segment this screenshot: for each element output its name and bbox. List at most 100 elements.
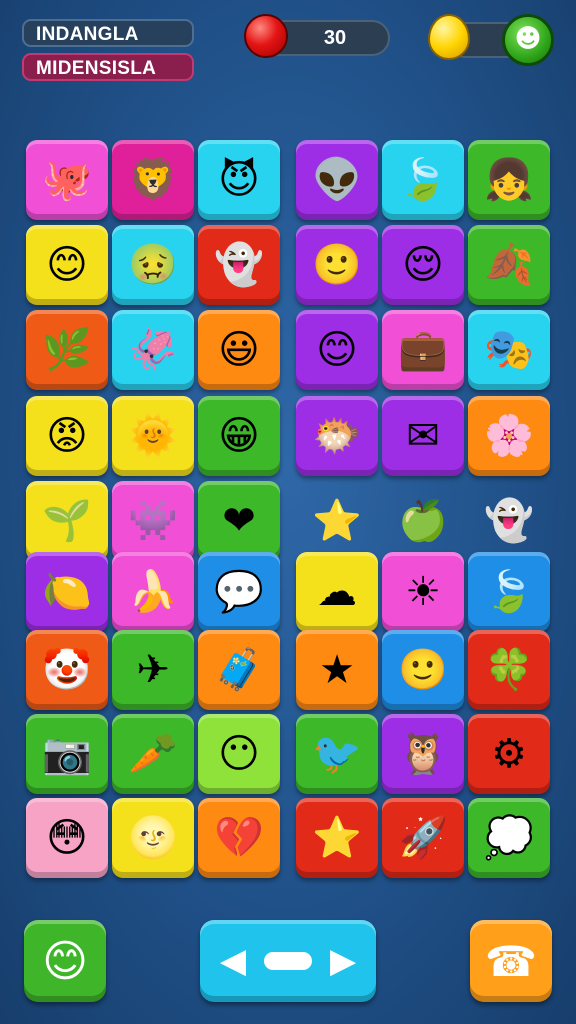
board-tile[interactable]: 🥕 — [112, 714, 194, 794]
spiky-fruit-icon: 🍏 — [398, 498, 448, 544]
board-tile[interactable]: 💬 — [198, 552, 280, 632]
banana-icon: 🍌 — [128, 569, 178, 615]
white-mask-icon: 🎭 — [484, 327, 534, 373]
lion-face-icon: 🦁 — [128, 157, 178, 203]
briefcase-icon: 💼 — [398, 327, 448, 373]
blue-monster-icon: 👾 — [128, 498, 178, 544]
orange-leaf-icon: 🍂 — [484, 242, 534, 288]
green-leaf-icon: 🍃 — [484, 569, 534, 615]
blue-cloud-face-icon: ☁ — [317, 569, 357, 615]
board-tile[interactable]: 🍀 — [468, 630, 550, 710]
board-tile[interactable]: ⭐ — [296, 798, 378, 878]
blue-star-icon: ★ — [319, 647, 355, 693]
board-tile[interactable]: ✉ — [382, 396, 464, 476]
board-tile[interactable]: 💔 — [198, 798, 280, 878]
dpad-button[interactable]: ◀ ▶ — [200, 920, 376, 1002]
star-icon: ⭐ — [312, 815, 362, 861]
board-tile[interactable]: 🌸 — [468, 396, 550, 476]
clown-face-icon: 🤡 — [42, 647, 92, 693]
arrow-left-icon[interactable]: ◀ — [220, 941, 246, 981]
lemon-icon: 🍋 — [42, 569, 92, 615]
blue-octopus-icon: 🦑 — [128, 327, 178, 373]
board-tile[interactable]: 🐦 — [296, 714, 378, 794]
board-tile[interactable]: 🐙 — [26, 140, 108, 220]
envelope-icon: ✉ — [406, 413, 440, 459]
red-face-icon: 😡 — [46, 413, 88, 459]
board-tile[interactable]: 🙂 — [382, 630, 464, 710]
board-tile[interactable]: 🙂 — [296, 225, 378, 305]
board-tile[interactable]: 🦑 — [112, 310, 194, 390]
board-tile[interactable]: 😈 — [198, 140, 280, 220]
board-tile[interactable]: 👻 — [468, 481, 550, 561]
board-tile[interactable]: 🤢 — [112, 225, 194, 305]
board-tile[interactable]: 🧳 — [198, 630, 280, 710]
camera-icon: 📷 — [42, 731, 92, 777]
board-tile[interactable]: 😁 — [198, 396, 280, 476]
board-tile[interactable]: 🍋 — [26, 552, 108, 632]
heart-icon: ❤ — [222, 498, 256, 544]
board-tile[interactable]: 😊 — [296, 310, 378, 390]
board-tile[interactable]: 🍃 — [382, 140, 464, 220]
red-face-icon: 😳 — [46, 815, 88, 861]
board-tile[interactable]: ✈ — [112, 630, 194, 710]
skull-icon[interactable]: ☻ — [502, 14, 554, 66]
board-tile[interactable]: 🌿 — [26, 310, 108, 390]
arrow-leaf-icon: 🌱 — [42, 498, 92, 544]
board-tile[interactable]: 🍌 — [112, 552, 194, 632]
bag-icon: 🧳 — [214, 647, 264, 693]
board-tile[interactable]: 👾 — [112, 481, 194, 561]
board-tile[interactable]: 😊 — [26, 225, 108, 305]
board-tile[interactable]: 🎭 — [468, 310, 550, 390]
board-tile[interactable]: ☀ — [382, 552, 464, 632]
board-tile[interactable]: 💼 — [382, 310, 464, 390]
board-tile[interactable]: 🐡 — [296, 396, 378, 476]
leaf-icon: 🍃 — [398, 157, 448, 203]
yellow-gem-icon — [428, 14, 470, 60]
pink-face-icon: 😊 — [46, 242, 88, 288]
star-icon: ⭐ — [312, 498, 362, 544]
board-tile[interactable]: 😡 — [26, 396, 108, 476]
pink-flower-icon: 🌸 — [484, 413, 534, 459]
purple-gear-icon: ⚙ — [491, 731, 527, 777]
board-tile[interactable]: 👽 — [296, 140, 378, 220]
board-tile[interactable]: 😃 — [198, 310, 280, 390]
speech-bubble-icon: 💬 — [214, 569, 264, 615]
board-tile[interactable]: ☁ — [296, 552, 378, 632]
yellow-smile-icon: 🙂 — [398, 647, 448, 693]
arrow-right-icon[interactable]: ▶ — [330, 941, 356, 981]
board-tile[interactable]: ⭐ — [296, 481, 378, 561]
board-tile[interactable]: 👻 — [198, 225, 280, 305]
smiley-button[interactable]: 😊 — [24, 920, 106, 1002]
board-tile[interactable]: ⚙ — [468, 714, 550, 794]
board-tile[interactable]: 🤡 — [26, 630, 108, 710]
board-tile[interactable]: 🍃 — [468, 552, 550, 632]
board-tile[interactable]: 🦉 — [382, 714, 464, 794]
board-tile[interactable]: ❤ — [198, 481, 280, 561]
purple-squid-icon: 🐡 — [312, 413, 362, 459]
orange-sun-face-icon: 🌝 — [128, 815, 178, 861]
owl-face-icon: 🦉 — [398, 731, 448, 777]
girl-face-icon: 👧 — [484, 157, 534, 203]
board-tile[interactable]: 🦁 — [112, 140, 194, 220]
board-tile[interactable]: 💭 — [468, 798, 550, 878]
board-tile[interactable]: 🚀 — [382, 798, 464, 878]
board-tile[interactable]: 🍏 — [382, 481, 464, 561]
board-tile[interactable]: 📷 — [26, 714, 108, 794]
board-tile[interactable]: 👧 — [468, 140, 550, 220]
board-tile[interactable]: 😳 — [26, 798, 108, 878]
board-tile[interactable]: 😌 — [382, 225, 464, 305]
hud-label-bottom: MIDENSISLA — [22, 53, 194, 81]
board-tile[interactable]: 🍂 — [468, 225, 550, 305]
yellow-smile-icon: 😌 — [402, 242, 444, 288]
board-tile[interactable]: 🌱 — [26, 481, 108, 561]
carrot-icon: 🥕 — [128, 731, 178, 777]
phone-button[interactable]: ☎ — [470, 920, 552, 1002]
board-tile[interactable]: 🌝 — [112, 798, 194, 878]
clover-icon: 🍀 — [484, 647, 534, 693]
board-tile[interactable]: 🌞 — [112, 396, 194, 476]
phone-icon: ☎ — [484, 936, 538, 986]
cloud-face-icon: 😶 — [218, 731, 260, 777]
board-tile[interactable]: ★ — [296, 630, 378, 710]
ghost-face-icon: 👻 — [214, 242, 264, 288]
board-tile[interactable]: 😶 — [198, 714, 280, 794]
